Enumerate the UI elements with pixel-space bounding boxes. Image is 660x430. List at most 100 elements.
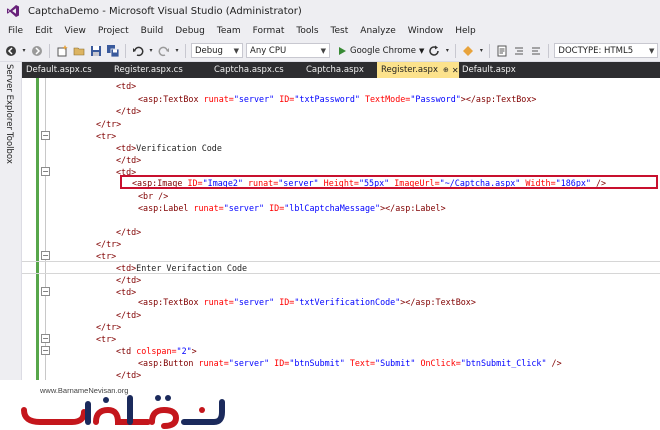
code-token: runat= xyxy=(198,358,229,368)
toolbar-separator xyxy=(125,43,126,58)
collapse-toggle-icon[interactable]: − xyxy=(41,131,50,140)
indent-icon[interactable] xyxy=(512,44,526,58)
outdent-icon[interactable] xyxy=(529,44,543,58)
code-token: <td> xyxy=(116,143,137,153)
code-token: > xyxy=(191,346,197,356)
code-token: <asp:Button xyxy=(138,358,194,368)
collapse-toggle-icon[interactable]: − xyxy=(41,287,50,296)
document-tab-bar: Default.aspx.cs Register.aspx.cs Captcha… xyxy=(22,62,660,78)
dropdown-arrow-icon[interactable]: ▾ xyxy=(148,44,154,58)
menu-view[interactable]: View xyxy=(59,26,92,36)
undo-icon[interactable] xyxy=(131,44,145,58)
code-token: "btnSubmit" xyxy=(289,358,345,368)
code-token: OnClick= xyxy=(420,358,461,368)
menu-team[interactable]: Team xyxy=(211,26,247,36)
navigate-back-icon[interactable] xyxy=(4,44,18,58)
redo-icon[interactable] xyxy=(157,44,171,58)
code-line: </tr> xyxy=(22,321,660,333)
code-token: colspan= xyxy=(136,346,177,356)
start-debugging-label: Google Chrome xyxy=(350,45,417,56)
toolbar-separator xyxy=(185,43,186,58)
format-document-icon[interactable] xyxy=(495,44,509,58)
menu-test[interactable]: Test xyxy=(325,26,355,36)
code-line: − <tr> xyxy=(22,130,660,142)
code-token: runat= xyxy=(193,203,224,213)
server-explorer-tab[interactable]: Server Explorer xyxy=(4,64,14,130)
code-token: "Submit" xyxy=(375,358,416,368)
doctype-dropdown[interactable]: DOCTYPE: HTML5 ▼ xyxy=(554,43,659,58)
toolbar-separator xyxy=(49,43,50,58)
code-token: </td> xyxy=(116,275,142,285)
code-token: </td> xyxy=(116,106,142,116)
menu-tools[interactable]: Tools xyxy=(290,26,324,36)
tab-register-aspx-cs[interactable]: Register.aspx.cs xyxy=(106,62,202,78)
save-icon[interactable] xyxy=(89,44,103,58)
chevron-down-icon: ▼ xyxy=(233,46,239,55)
collapse-toggle-icon[interactable]: − xyxy=(41,334,50,343)
menu-help[interactable]: Help xyxy=(449,26,482,36)
visual-studio-logo-icon xyxy=(7,5,19,17)
browser-link-icon[interactable] xyxy=(461,44,475,58)
dropdown-arrow-icon[interactable]: ▾ xyxy=(444,44,450,58)
code-token: ID= xyxy=(269,203,285,213)
save-all-icon[interactable] xyxy=(106,44,120,58)
code-line: </tr> xyxy=(22,118,660,130)
start-debugging-button[interactable]: Google Chrome ▼ xyxy=(337,46,424,56)
menu-file[interactable]: File xyxy=(2,26,29,36)
code-token: <tr> xyxy=(96,251,117,261)
toolbar-separator xyxy=(489,43,491,58)
refresh-icon[interactable] xyxy=(427,44,441,58)
tab-captcha-aspx[interactable]: Captcha.aspx xyxy=(292,62,377,78)
code-line: <asp:Button runat="server" ID="btnSubmit… xyxy=(22,357,660,369)
code-line: − <tr> xyxy=(22,333,660,345)
code-token: <tr> xyxy=(96,131,117,141)
code-line: <td>Verification Code xyxy=(22,142,660,154)
menu-analyze[interactable]: Analyze xyxy=(354,26,401,36)
code-line: </td> xyxy=(22,309,660,321)
menu-project[interactable]: Project xyxy=(92,26,135,36)
collapse-toggle-icon[interactable]: − xyxy=(41,167,50,176)
toolbar: ▾ ▾ ▾ Debug ▼ Any CPU ▼ Google Chrome ▼ … xyxy=(0,40,660,62)
code-line: − <td colspan="2"> xyxy=(22,345,660,357)
code-token: Verification Code xyxy=(136,143,222,153)
code-token: "txtVerificationCode" xyxy=(294,297,401,307)
code-line: </td> xyxy=(22,226,660,238)
open-file-icon[interactable] xyxy=(72,44,86,58)
tab-register-aspx[interactable]: Register.aspx ⊕ ✕ xyxy=(377,62,459,78)
code-editor[interactable]: <td> <asp:TextBox runat="server" ID="txt… xyxy=(22,78,660,380)
new-project-icon[interactable] xyxy=(55,44,69,58)
close-icon[interactable]: ✕ xyxy=(452,66,459,75)
toolbox-tab[interactable]: Toolbox xyxy=(4,132,14,164)
code-token: <asp:TextBox xyxy=(138,94,199,104)
menu-edit[interactable]: Edit xyxy=(29,26,58,36)
code-token: "btnSubmit_Click" xyxy=(460,358,547,368)
dropdown-arrow-icon[interactable]: ▾ xyxy=(478,44,484,58)
code-token: ></asp:TextBox> xyxy=(460,94,537,104)
code-line: <asp:TextBox runat="server" ID="txtPassw… xyxy=(22,93,660,105)
tab-captcha-aspx-cs[interactable]: Captcha.aspx.cs xyxy=(202,62,292,78)
code-token: "server" xyxy=(233,94,275,104)
menu-format[interactable]: Format xyxy=(247,26,291,36)
code-token: runat= xyxy=(203,297,234,307)
menu-build[interactable]: Build xyxy=(135,26,170,36)
tab-default-aspx-cs[interactable]: Default.aspx.cs xyxy=(22,62,106,78)
play-icon xyxy=(339,46,346,55)
code-token: </td> xyxy=(116,155,142,165)
solution-platform-dropdown[interactable]: Any CPU ▼ xyxy=(246,43,330,58)
solution-config-dropdown[interactable]: Debug ▼ xyxy=(191,43,243,58)
solution-platform-value: Any CPU xyxy=(250,45,287,56)
code-token: </td> xyxy=(116,310,142,320)
pin-icon[interactable]: ⊕ xyxy=(443,66,449,74)
dropdown-arrow-icon[interactable]: ▾ xyxy=(21,44,27,58)
collapse-toggle-icon[interactable]: − xyxy=(41,346,50,355)
tab-default-aspx[interactable]: Default.aspx xyxy=(459,62,524,78)
menu-debug[interactable]: Debug xyxy=(169,26,211,36)
menu-window[interactable]: Window xyxy=(402,26,450,36)
code-token: TextMode= xyxy=(364,94,411,104)
doctype-value: DOCTYPE: HTML5 xyxy=(558,45,634,56)
code-token: ></asp:Label> xyxy=(380,203,446,213)
navigate-forward-icon[interactable] xyxy=(30,44,44,58)
dropdown-arrow-icon[interactable]: ▾ xyxy=(174,44,180,58)
collapse-toggle-icon[interactable]: − xyxy=(41,251,50,260)
code-token: <asp:TextBox xyxy=(138,297,199,307)
